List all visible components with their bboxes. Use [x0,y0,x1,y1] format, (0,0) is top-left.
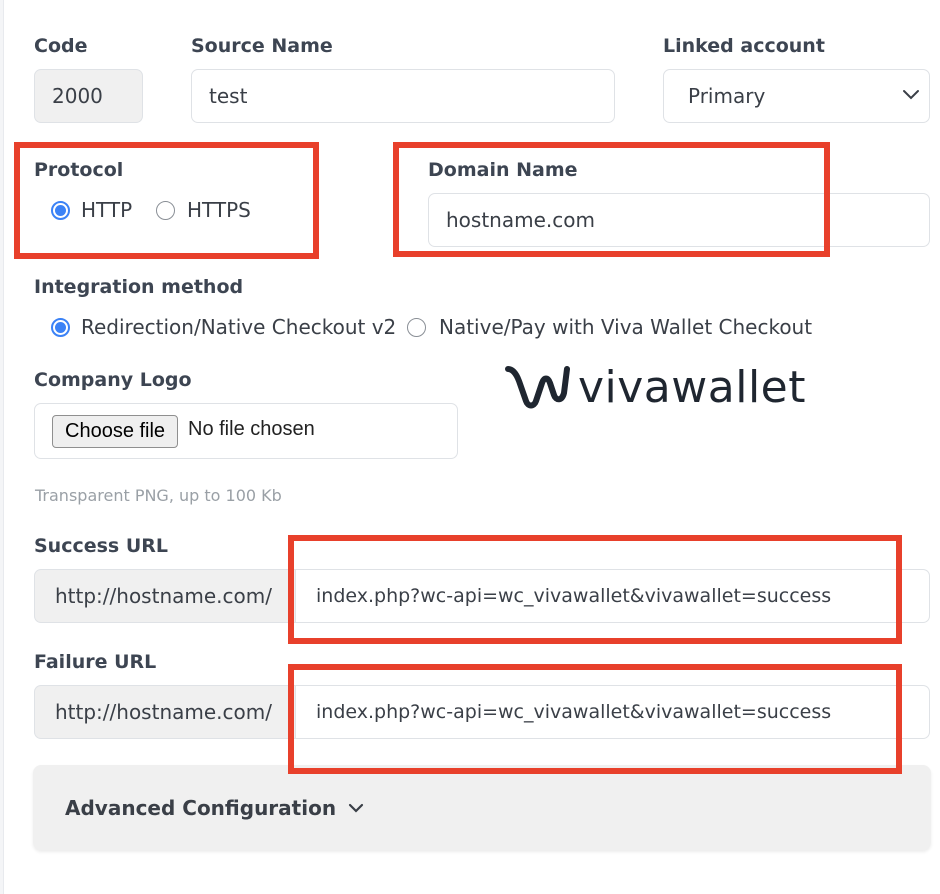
integration-redirection-option[interactable]: Redirection/Native Checkout v2 [51,315,396,339]
linked-account-label: Linked account [663,35,825,57]
vivawallet-logo: vivawallet [504,362,806,413]
success-url-prefix-text: http://hostname.com/ [55,584,272,608]
integration-redirection-label: Redirection/Native Checkout v2 [81,315,397,339]
source-name-input[interactable]: test [191,69,615,123]
company-logo-label: Company Logo [34,369,192,391]
integration-native-option[interactable]: Native/Pay with Viva Wallet Checkout [407,315,812,339]
failure-url-prefix-text: http://hostname.com/ [55,700,272,724]
choose-file-button[interactable]: Choose file [52,415,179,448]
source-name-value: test [209,84,248,108]
source-name-label: Source Name [191,35,333,57]
success-url-label: Success URL [34,535,169,557]
company-logo-file-input[interactable]: Choose file No file chosen [34,403,458,459]
vivawallet-wordmark: vivawallet [578,362,806,413]
file-status-text: No file chosen [188,418,315,440]
advanced-configuration-toggle[interactable]: Advanced Configuration [33,765,931,850]
radio-unchecked-icon[interactable] [407,317,426,337]
panel-edge [0,0,4,894]
linked-account-value: Primary [688,84,766,108]
radio-checked-icon[interactable] [51,317,70,337]
chevron-down-icon [903,90,919,100]
advanced-configuration-label: Advanced Configuration [65,795,337,820]
code-label: Code [34,35,88,57]
viva-wave-icon [505,365,570,408]
failure-url-label: Failure URL [34,651,157,673]
failure-url-prefix: http://hostname.com/ [34,685,296,739]
domain-highlight-box [393,142,830,257]
code-value: 2000 [52,84,103,108]
integration-method-label: Integration method [34,276,244,298]
protocol-highlight-box [14,142,319,259]
chevron-down-icon [348,803,364,813]
code-field: 2000 [34,69,143,123]
company-logo-hint: Transparent PNG, up to 100 Kb [35,486,282,505]
success-url-prefix: http://hostname.com/ [34,569,296,623]
source-form: Code 2000 Source Name test Linked accoun… [0,0,940,894]
linked-account-select[interactable]: Primary [663,69,930,123]
success-url-highlight-box [288,535,902,644]
integration-native-label: Native/Pay with Viva Wallet Checkout [439,315,813,339]
failure-url-highlight-box [288,664,902,774]
